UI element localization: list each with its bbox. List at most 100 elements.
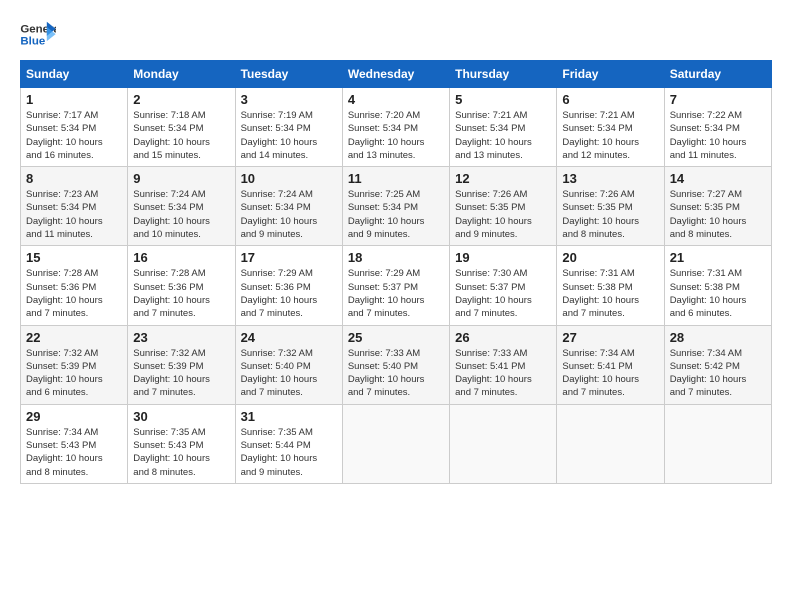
weekday-header-sunday: Sunday: [21, 61, 128, 88]
weekday-header-tuesday: Tuesday: [235, 61, 342, 88]
calendar-cell: 24 Sunrise: 7:32 AM Sunset: 5:40 PM Dayl…: [235, 325, 342, 404]
calendar-cell: 22 Sunrise: 7:32 AM Sunset: 5:39 PM Dayl…: [21, 325, 128, 404]
calendar-cell: 20 Sunrise: 7:31 AM Sunset: 5:38 PM Dayl…: [557, 246, 664, 325]
calendar-cell: 3 Sunrise: 7:19 AM Sunset: 5:34 PM Dayli…: [235, 88, 342, 167]
day-number: 15: [26, 250, 122, 265]
calendar-cell: 18 Sunrise: 7:29 AM Sunset: 5:37 PM Dayl…: [342, 246, 449, 325]
calendar-cell: 12 Sunrise: 7:26 AM Sunset: 5:35 PM Dayl…: [450, 167, 557, 246]
day-number: 31: [241, 409, 337, 424]
day-number: 24: [241, 330, 337, 345]
day-number: 17: [241, 250, 337, 265]
day-number: 2: [133, 92, 229, 107]
day-number: 8: [26, 171, 122, 186]
weekday-header-saturday: Saturday: [664, 61, 771, 88]
day-number: 21: [670, 250, 766, 265]
day-info: Sunrise: 7:24 AM Sunset: 5:34 PM Dayligh…: [241, 188, 337, 241]
day-number: 1: [26, 92, 122, 107]
weekday-header-monday: Monday: [128, 61, 235, 88]
calendar-cell: 27 Sunrise: 7:34 AM Sunset: 5:41 PM Dayl…: [557, 325, 664, 404]
logo-icon: General Blue: [20, 20, 56, 50]
day-info: Sunrise: 7:31 AM Sunset: 5:38 PM Dayligh…: [562, 267, 658, 320]
weekday-header-wednesday: Wednesday: [342, 61, 449, 88]
day-number: 4: [348, 92, 444, 107]
calendar-cell: [342, 404, 449, 483]
day-info: Sunrise: 7:33 AM Sunset: 5:41 PM Dayligh…: [455, 347, 551, 400]
day-info: Sunrise: 7:26 AM Sunset: 5:35 PM Dayligh…: [455, 188, 551, 241]
day-info: Sunrise: 7:24 AM Sunset: 5:34 PM Dayligh…: [133, 188, 229, 241]
svg-text:Blue: Blue: [20, 36, 45, 48]
day-info: Sunrise: 7:32 AM Sunset: 5:39 PM Dayligh…: [26, 347, 122, 400]
day-number: 20: [562, 250, 658, 265]
day-info: Sunrise: 7:28 AM Sunset: 5:36 PM Dayligh…: [133, 267, 229, 320]
day-number: 30: [133, 409, 229, 424]
day-info: Sunrise: 7:34 AM Sunset: 5:41 PM Dayligh…: [562, 347, 658, 400]
day-info: Sunrise: 7:35 AM Sunset: 5:44 PM Dayligh…: [241, 426, 337, 479]
day-info: Sunrise: 7:32 AM Sunset: 5:40 PM Dayligh…: [241, 347, 337, 400]
day-number: 26: [455, 330, 551, 345]
day-number: 23: [133, 330, 229, 345]
calendar-cell: 13 Sunrise: 7:26 AM Sunset: 5:35 PM Dayl…: [557, 167, 664, 246]
calendar-cell: 9 Sunrise: 7:24 AM Sunset: 5:34 PM Dayli…: [128, 167, 235, 246]
calendar-cell: 23 Sunrise: 7:32 AM Sunset: 5:39 PM Dayl…: [128, 325, 235, 404]
day-info: Sunrise: 7:22 AM Sunset: 5:34 PM Dayligh…: [670, 109, 766, 162]
weekday-header-thursday: Thursday: [450, 61, 557, 88]
logo: General Blue: [20, 20, 56, 50]
calendar-cell: [450, 404, 557, 483]
calendar-cell: 14 Sunrise: 7:27 AM Sunset: 5:35 PM Dayl…: [664, 167, 771, 246]
calendar-cell: 16 Sunrise: 7:28 AM Sunset: 5:36 PM Dayl…: [128, 246, 235, 325]
day-number: 16: [133, 250, 229, 265]
day-info: Sunrise: 7:31 AM Sunset: 5:38 PM Dayligh…: [670, 267, 766, 320]
calendar-week-3: 15 Sunrise: 7:28 AM Sunset: 5:36 PM Dayl…: [21, 246, 772, 325]
calendar-cell: 15 Sunrise: 7:28 AM Sunset: 5:36 PM Dayl…: [21, 246, 128, 325]
day-number: 22: [26, 330, 122, 345]
calendar-cell: 7 Sunrise: 7:22 AM Sunset: 5:34 PM Dayli…: [664, 88, 771, 167]
calendar-week-1: 1 Sunrise: 7:17 AM Sunset: 5:34 PM Dayli…: [21, 88, 772, 167]
day-info: Sunrise: 7:35 AM Sunset: 5:43 PM Dayligh…: [133, 426, 229, 479]
day-number: 3: [241, 92, 337, 107]
calendar-cell: 4 Sunrise: 7:20 AM Sunset: 5:34 PM Dayli…: [342, 88, 449, 167]
calendar-table: SundayMondayTuesdayWednesdayThursdayFrid…: [20, 60, 772, 484]
day-info: Sunrise: 7:34 AM Sunset: 5:42 PM Dayligh…: [670, 347, 766, 400]
day-info: Sunrise: 7:32 AM Sunset: 5:39 PM Dayligh…: [133, 347, 229, 400]
calendar-cell: 25 Sunrise: 7:33 AM Sunset: 5:40 PM Dayl…: [342, 325, 449, 404]
calendar-cell: 19 Sunrise: 7:30 AM Sunset: 5:37 PM Dayl…: [450, 246, 557, 325]
day-info: Sunrise: 7:27 AM Sunset: 5:35 PM Dayligh…: [670, 188, 766, 241]
page-header: General Blue: [20, 20, 772, 50]
day-info: Sunrise: 7:29 AM Sunset: 5:36 PM Dayligh…: [241, 267, 337, 320]
day-number: 12: [455, 171, 551, 186]
calendar-cell: 5 Sunrise: 7:21 AM Sunset: 5:34 PM Dayli…: [450, 88, 557, 167]
calendar-cell: 10 Sunrise: 7:24 AM Sunset: 5:34 PM Dayl…: [235, 167, 342, 246]
weekday-header-friday: Friday: [557, 61, 664, 88]
calendar-cell: 1 Sunrise: 7:17 AM Sunset: 5:34 PM Dayli…: [21, 88, 128, 167]
day-number: 25: [348, 330, 444, 345]
day-info: Sunrise: 7:21 AM Sunset: 5:34 PM Dayligh…: [455, 109, 551, 162]
calendar-cell: 6 Sunrise: 7:21 AM Sunset: 5:34 PM Dayli…: [557, 88, 664, 167]
day-number: 14: [670, 171, 766, 186]
day-number: 10: [241, 171, 337, 186]
calendar-cell: [664, 404, 771, 483]
calendar-cell: 30 Sunrise: 7:35 AM Sunset: 5:43 PM Dayl…: [128, 404, 235, 483]
day-info: Sunrise: 7:18 AM Sunset: 5:34 PM Dayligh…: [133, 109, 229, 162]
day-info: Sunrise: 7:21 AM Sunset: 5:34 PM Dayligh…: [562, 109, 658, 162]
day-info: Sunrise: 7:20 AM Sunset: 5:34 PM Dayligh…: [348, 109, 444, 162]
calendar-cell: 8 Sunrise: 7:23 AM Sunset: 5:34 PM Dayli…: [21, 167, 128, 246]
day-info: Sunrise: 7:30 AM Sunset: 5:37 PM Dayligh…: [455, 267, 551, 320]
day-info: Sunrise: 7:34 AM Sunset: 5:43 PM Dayligh…: [26, 426, 122, 479]
calendar-cell: 2 Sunrise: 7:18 AM Sunset: 5:34 PM Dayli…: [128, 88, 235, 167]
day-number: 5: [455, 92, 551, 107]
calendar-cell: 26 Sunrise: 7:33 AM Sunset: 5:41 PM Dayl…: [450, 325, 557, 404]
calendar-cell: 21 Sunrise: 7:31 AM Sunset: 5:38 PM Dayl…: [664, 246, 771, 325]
calendar-cell: 29 Sunrise: 7:34 AM Sunset: 5:43 PM Dayl…: [21, 404, 128, 483]
day-number: 19: [455, 250, 551, 265]
day-number: 7: [670, 92, 766, 107]
day-number: 28: [670, 330, 766, 345]
day-info: Sunrise: 7:33 AM Sunset: 5:40 PM Dayligh…: [348, 347, 444, 400]
day-number: 27: [562, 330, 658, 345]
day-info: Sunrise: 7:17 AM Sunset: 5:34 PM Dayligh…: [26, 109, 122, 162]
calendar-cell: [557, 404, 664, 483]
day-info: Sunrise: 7:23 AM Sunset: 5:34 PM Dayligh…: [26, 188, 122, 241]
day-number: 11: [348, 171, 444, 186]
calendar-cell: 31 Sunrise: 7:35 AM Sunset: 5:44 PM Dayl…: [235, 404, 342, 483]
day-number: 13: [562, 171, 658, 186]
calendar-cell: 28 Sunrise: 7:34 AM Sunset: 5:42 PM Dayl…: [664, 325, 771, 404]
